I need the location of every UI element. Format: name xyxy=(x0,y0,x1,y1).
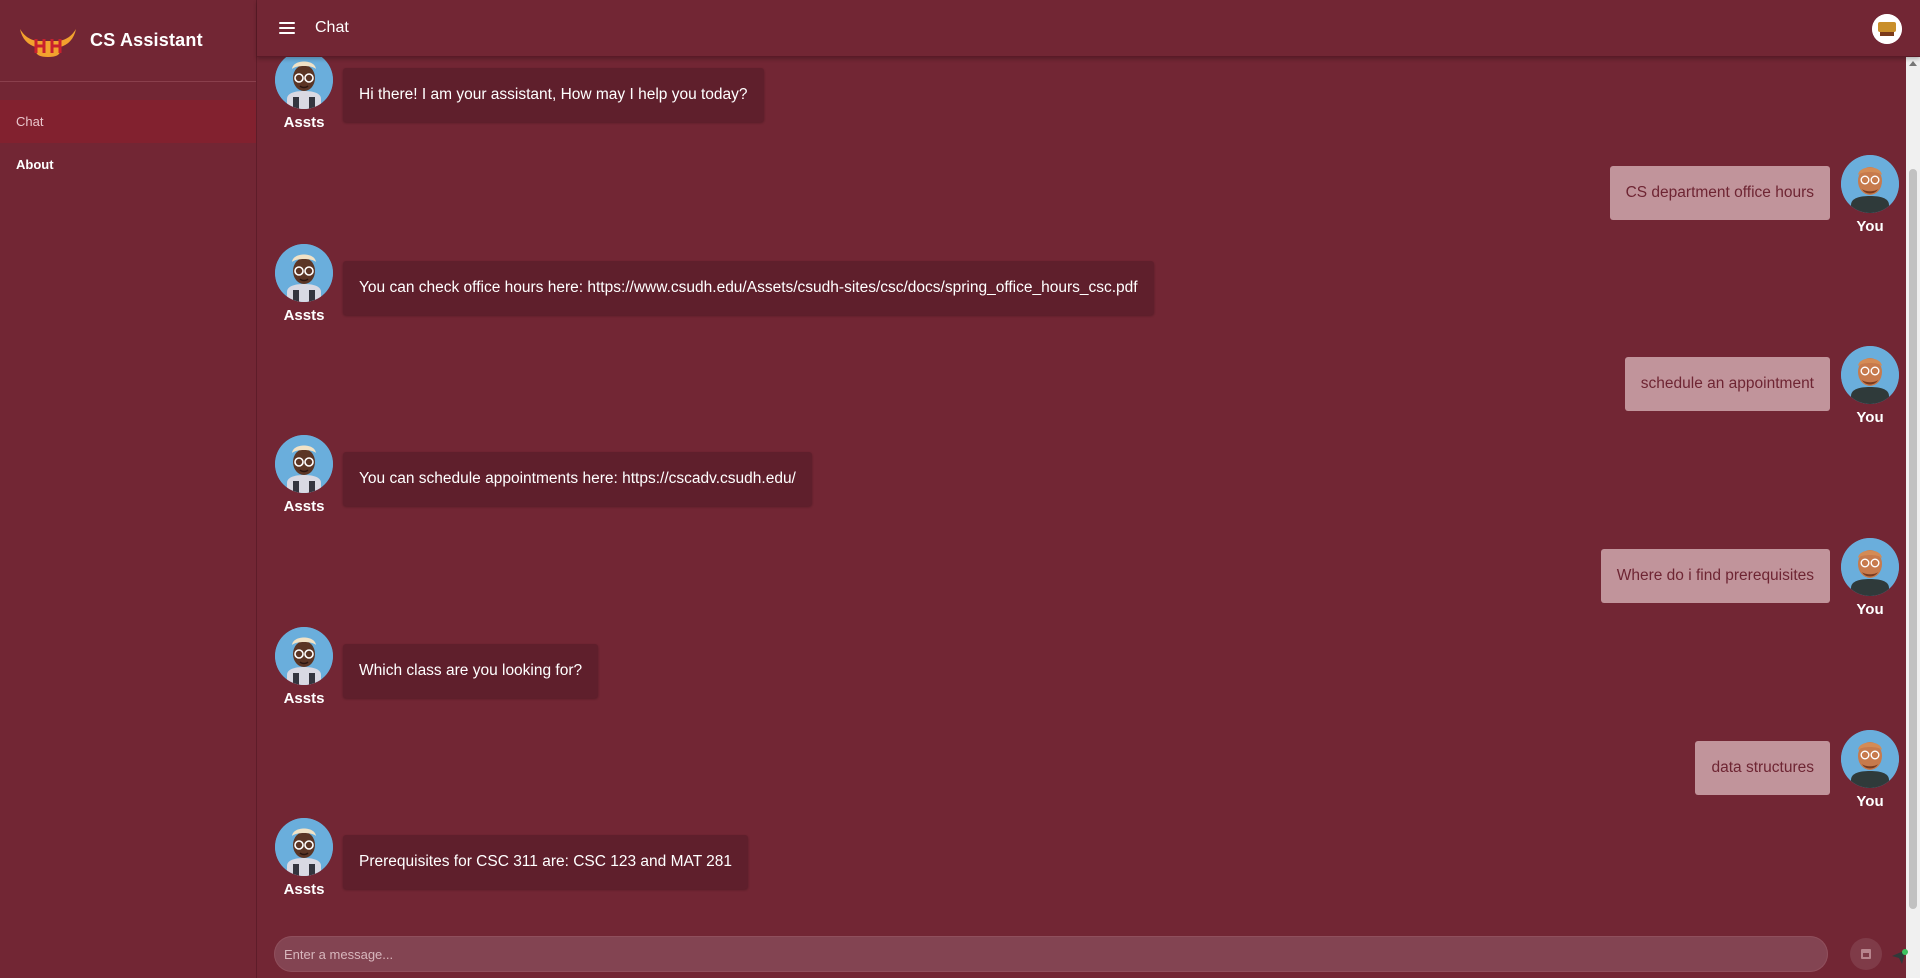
brand[interactable]: CS Assistant xyxy=(0,0,256,82)
attach-button[interactable] xyxy=(1850,938,1882,970)
message-bubble: data structures xyxy=(1695,741,1830,795)
message-composer xyxy=(257,920,1908,978)
assistant-avatar-icon xyxy=(275,57,333,109)
user-message: data structures You xyxy=(1695,730,1900,810)
bot-avatar-block: Assts xyxy=(274,818,334,898)
user-avatar-block: You xyxy=(1840,538,1900,618)
sidebar-item-about[interactable]: About xyxy=(0,143,256,186)
bot-message: Assts Hi there! I am your assistant, How… xyxy=(274,57,764,131)
bot-avatar-block: Assts xyxy=(274,244,334,324)
scroll-up-arrow-icon[interactable] xyxy=(1909,61,1917,66)
bot-message: Assts Prerequisites for CSC 311 are: CSC… xyxy=(274,818,749,898)
attachment-icon xyxy=(1861,949,1871,959)
user-avatar-block: You xyxy=(1840,346,1900,426)
user-avatar-block: You xyxy=(1840,155,1900,235)
message-bubble: Where do i find prerequisites xyxy=(1600,549,1830,603)
user-avatar-image xyxy=(1841,730,1899,788)
sender-name: Assts xyxy=(283,690,325,707)
sender-name: You xyxy=(1856,601,1884,618)
message-bubble: schedule an appointment xyxy=(1624,357,1830,411)
message-input[interactable] xyxy=(274,936,1828,972)
bot-avatar xyxy=(275,818,333,876)
message-bubble: Hi there! I am your assistant, How may I… xyxy=(343,68,764,122)
assistant-avatar-icon xyxy=(275,627,333,685)
user-message: schedule an appointment You xyxy=(1624,346,1900,426)
bot-avatar-block: Assts xyxy=(274,435,334,515)
bot-avatar-block: Assts xyxy=(274,627,334,707)
user-avatar-icon xyxy=(1841,730,1899,788)
toro-logo-icon xyxy=(20,28,76,57)
sender-name: Assts xyxy=(283,881,325,898)
sender-name: You xyxy=(1856,218,1884,235)
sender-name: Assts xyxy=(283,307,325,324)
sender-name: You xyxy=(1856,793,1884,810)
user-avatar-image xyxy=(1841,346,1899,404)
user-message: CS department office hours You xyxy=(1609,155,1900,235)
user-avatar-block: You xyxy=(1840,730,1900,810)
bot-avatar xyxy=(275,435,333,493)
user-avatar-image xyxy=(1841,155,1899,213)
chat-messages: Assts Hi there! I am your assistant, How… xyxy=(257,57,1906,917)
bot-message: Assts You can schedule appointments here… xyxy=(274,435,812,515)
bot-avatar xyxy=(275,244,333,302)
bot-message: Assts Which class are you looking for? xyxy=(274,627,599,707)
top-bar: Chat xyxy=(257,0,1920,57)
sender-name: Assts xyxy=(283,114,325,131)
sidebar: CS Assistant Chat About xyxy=(0,0,257,978)
assistant-avatar-icon xyxy=(275,435,333,493)
send-icon xyxy=(1892,949,1908,964)
user-avatar[interactable] xyxy=(1872,14,1902,44)
bot-avatar-block: Assts xyxy=(274,57,334,131)
user-avatar-image xyxy=(1841,538,1899,596)
sidebar-item-chat[interactable]: Chat xyxy=(0,100,256,143)
scroll-thumb[interactable] xyxy=(1909,169,1917,909)
user-message: Where do i find prerequisites You xyxy=(1600,538,1900,618)
message-bubble: CS department office hours xyxy=(1609,166,1830,220)
message-bubble: You can check office hours here: https:/… xyxy=(343,261,1154,315)
bot-avatar xyxy=(275,627,333,685)
sender-name: Assts xyxy=(283,498,325,515)
user-avatar-icon xyxy=(1841,346,1899,404)
assistant-avatar-icon xyxy=(275,818,333,876)
message-bubble: You can schedule appointments here: http… xyxy=(343,452,812,506)
app-title: CS Assistant xyxy=(90,30,203,50)
hamburger-menu-icon[interactable] xyxy=(279,22,295,34)
bot-avatar xyxy=(275,57,333,109)
user-avatar-icon xyxy=(1841,538,1899,596)
send-button[interactable] xyxy=(1890,948,1908,966)
bot-message: Assts You can check office hours here: h… xyxy=(274,244,1154,324)
message-bubble: Which class are you looking for? xyxy=(343,644,599,698)
sidebar-nav: Chat About xyxy=(0,100,256,186)
message-bubble: Prerequisites for CSC 311 are: CSC 123 a… xyxy=(343,835,749,889)
chat-scrollbar[interactable] xyxy=(1906,57,1920,978)
user-avatar-icon xyxy=(1841,155,1899,213)
page-title: Chat xyxy=(315,19,349,36)
profile-badge-icon xyxy=(1872,14,1902,44)
sender-name: You xyxy=(1856,409,1884,426)
assistant-avatar-icon xyxy=(275,244,333,302)
